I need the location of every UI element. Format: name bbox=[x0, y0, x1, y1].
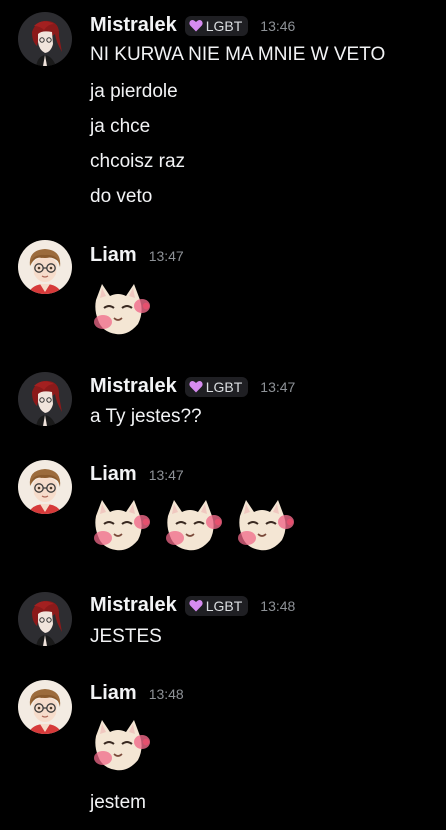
avatar[interactable] bbox=[18, 460, 72, 514]
timestamp: 13:48 bbox=[260, 597, 296, 614]
message-text: ja pierdole bbox=[90, 81, 178, 102]
blushing-cat-emote[interactable] bbox=[88, 716, 152, 774]
purple-heart-icon bbox=[189, 380, 203, 393]
avatar[interactable] bbox=[18, 240, 72, 294]
blushing-cat-emote[interactable] bbox=[88, 280, 152, 338]
message-text: NI KURWA NIE MA MNIE W VETO bbox=[90, 44, 386, 65]
message-text: a Ty jestes?? bbox=[90, 406, 202, 427]
timestamp: 13:47 bbox=[260, 378, 296, 395]
role-label: LGBT bbox=[205, 17, 243, 34]
user-avatar-icon bbox=[18, 680, 72, 734]
blushing-cat-emote[interactable] bbox=[88, 496, 152, 554]
avatar[interactable] bbox=[18, 12, 72, 66]
username[interactable]: Liam bbox=[90, 463, 137, 486]
user-avatar-icon bbox=[18, 372, 72, 426]
message-text: ja chce bbox=[90, 116, 151, 137]
purple-heart-icon bbox=[189, 19, 203, 32]
user-avatar-icon bbox=[18, 240, 72, 294]
username[interactable]: Mistralek bbox=[90, 375, 177, 398]
message-text: do veto bbox=[90, 186, 153, 207]
message-text: jestem bbox=[90, 792, 146, 813]
timestamp: 13:47 bbox=[148, 466, 184, 483]
user-avatar-icon bbox=[18, 12, 72, 66]
user-avatar-icon bbox=[18, 592, 72, 646]
timestamp: 13:48 bbox=[148, 685, 184, 702]
message-text: chcoisz raz bbox=[90, 151, 186, 172]
role-label: LGBT bbox=[205, 597, 243, 614]
avatar[interactable] bbox=[18, 592, 72, 646]
blushing-cat-emote[interactable] bbox=[232, 496, 296, 554]
role-badge[interactable]: LGBT bbox=[184, 15, 249, 36]
blushing-cat-emote[interactable] bbox=[160, 496, 224, 554]
username[interactable]: Mistralek bbox=[90, 594, 177, 617]
role-badge[interactable]: LGBT bbox=[184, 376, 249, 397]
username[interactable]: Mistralek bbox=[90, 14, 177, 37]
username[interactable]: Liam bbox=[90, 244, 137, 267]
username[interactable]: Liam bbox=[90, 682, 137, 705]
timestamp: 13:47 bbox=[148, 247, 184, 264]
avatar[interactable] bbox=[18, 680, 72, 734]
role-badge[interactable]: LGBT bbox=[184, 595, 249, 616]
avatar[interactable] bbox=[18, 372, 72, 426]
timestamp: 13:46 bbox=[260, 17, 296, 34]
message-text: JESTES bbox=[90, 626, 162, 647]
role-label: LGBT bbox=[205, 378, 243, 395]
user-avatar-icon bbox=[18, 460, 72, 514]
purple-heart-icon bbox=[189, 599, 203, 612]
